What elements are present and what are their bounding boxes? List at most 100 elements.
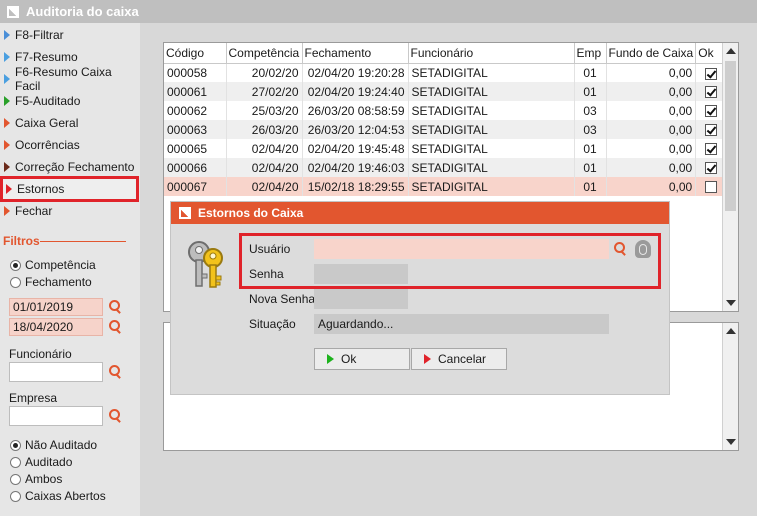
radio-label: Caixas Abertos bbox=[25, 489, 106, 503]
cell-competencia: 02/04/20 bbox=[226, 158, 303, 177]
menu-item-label: F8-Filtrar bbox=[15, 28, 64, 42]
radio-label: Fechamento bbox=[25, 275, 92, 289]
grid-scrollbar[interactable] bbox=[722, 43, 738, 311]
cell-funcionario: SETADIGITAL bbox=[408, 139, 575, 158]
table-row[interactable]: 000061 27/02/20 02/04/20 19:24:40 SETADI… bbox=[164, 82, 727, 101]
company-field[interactable] bbox=[9, 406, 103, 426]
menu-item-label: F5-Auditado bbox=[15, 94, 81, 108]
cell-funcionario: SETADIGITAL bbox=[408, 120, 575, 139]
triangle-icon bbox=[4, 206, 10, 216]
search-icon[interactable] bbox=[107, 299, 123, 315]
filters-heading: Filtros bbox=[3, 234, 40, 248]
cell-fundo: 0,00 bbox=[606, 139, 697, 158]
cell-funcionario: SETADIGITAL bbox=[408, 63, 575, 82]
radio-icon bbox=[10, 490, 21, 502]
cell-codigo: 000066 bbox=[164, 158, 227, 177]
scroll-up-icon[interactable] bbox=[726, 48, 736, 54]
cell-codigo: 000067 bbox=[164, 177, 227, 196]
new-password-field[interactable] bbox=[314, 289, 408, 309]
checkbox-icon[interactable] bbox=[704, 124, 717, 137]
menu-f8-filtrar[interactable]: F8-Filtrar bbox=[4, 25, 136, 45]
cell-fechamento: 26/03/20 12:04:53 bbox=[302, 120, 409, 139]
radio-nao-auditado[interactable]: Não Auditado bbox=[10, 437, 97, 453]
radio-label: Ambos bbox=[25, 472, 63, 486]
col-header-funcionario[interactable]: Funcionário bbox=[408, 43, 575, 64]
cell-emp: 01 bbox=[574, 82, 607, 101]
company-label: Empresa bbox=[9, 391, 58, 405]
triangle-icon bbox=[4, 118, 10, 128]
col-header-fechamento[interactable]: Fechamento bbox=[302, 43, 409, 64]
menu-caixa-geral[interactable]: Caixa Geral bbox=[4, 113, 136, 133]
employee-field[interactable] bbox=[9, 362, 103, 382]
cell-emp: 03 bbox=[574, 101, 607, 120]
app-logo-icon bbox=[179, 207, 191, 219]
radio-label: Não Auditado bbox=[25, 438, 98, 452]
col-header-fundo[interactable]: Fundo de Caixa bbox=[606, 43, 697, 64]
grid-header-row: Código Competência Fechamento Funcionári… bbox=[164, 43, 727, 64]
filters-divider bbox=[40, 241, 126, 242]
cell-competencia: 27/02/20 bbox=[226, 82, 303, 101]
cell-fundo: 0,00 bbox=[606, 177, 697, 196]
radio-icon bbox=[10, 276, 21, 288]
ok-button[interactable]: Ok bbox=[314, 348, 410, 370]
status-field: Aguardando... bbox=[314, 314, 609, 334]
details-scrollbar[interactable] bbox=[722, 323, 738, 450]
scroll-thumb[interactable] bbox=[725, 61, 736, 211]
search-icon[interactable] bbox=[107, 408, 123, 424]
menu-item-label: Caixa Geral bbox=[15, 116, 79, 130]
menu-item-label: F6-Resumo Caixa Facil bbox=[15, 65, 112, 93]
checkbox-icon[interactable] bbox=[704, 86, 717, 99]
cell-funcionario: SETADIGITAL bbox=[408, 101, 575, 120]
triangle-icon bbox=[6, 184, 12, 194]
radio-caixas-abertos[interactable]: Caixas Abertos bbox=[10, 488, 106, 504]
radio-ambos[interactable]: Ambos bbox=[10, 471, 62, 487]
cell-competencia: 02/04/20 bbox=[226, 139, 303, 158]
radio-icon bbox=[10, 439, 21, 451]
status-label: Situação bbox=[249, 317, 296, 331]
cell-emp: 01 bbox=[574, 177, 607, 196]
cell-funcionario: SETADIGITAL bbox=[408, 177, 575, 196]
table-row[interactable]: 000063 26/03/20 26/03/20 12:04:53 SETADI… bbox=[164, 120, 727, 139]
cell-fechamento: 02/04/20 19:45:48 bbox=[302, 139, 409, 158]
radio-fechamento[interactable]: Fechamento bbox=[10, 274, 92, 290]
window-titlebar: Auditoria do caixa bbox=[0, 0, 757, 23]
date-to-field[interactable]: 18/04/2020 bbox=[9, 318, 103, 336]
menu-f6-resumo-caixa-facil[interactable]: F6-Resumo Caixa Facil bbox=[4, 65, 136, 93]
radio-auditado[interactable]: Auditado bbox=[10, 454, 72, 470]
scroll-down-icon[interactable] bbox=[726, 300, 736, 306]
dialog-title: Estornos do Caixa bbox=[198, 206, 304, 220]
search-icon[interactable] bbox=[107, 364, 123, 380]
checkbox-icon[interactable] bbox=[704, 143, 717, 156]
radio-icon bbox=[10, 473, 21, 485]
checkbox-icon[interactable] bbox=[704, 105, 717, 118]
menu-f5-auditado[interactable]: F5-Auditado bbox=[4, 91, 136, 111]
table-row[interactable]: 000065 02/04/20 02/04/20 19:45:48 SETADI… bbox=[164, 139, 727, 158]
scroll-down-icon[interactable] bbox=[726, 439, 736, 445]
table-row[interactable]: 000058 20/02/20 02/04/20 19:20:28 SETADI… bbox=[164, 63, 727, 82]
table-row[interactable]: 000066 02/04/20 02/04/20 19:46:03 SETADI… bbox=[164, 158, 727, 177]
checkbox-icon[interactable] bbox=[704, 181, 717, 194]
menu-f7-resumo[interactable]: F7-Resumo bbox=[4, 47, 136, 67]
cell-emp: 01 bbox=[574, 63, 607, 82]
col-header-codigo[interactable]: Código bbox=[164, 43, 227, 64]
table-row[interactable]: 000062 25/03/20 26/03/20 08:58:59 SETADI… bbox=[164, 101, 727, 120]
scroll-up-icon[interactable] bbox=[726, 328, 736, 334]
col-header-emp[interactable]: Emp bbox=[574, 43, 607, 64]
cell-emp: 03 bbox=[574, 120, 607, 139]
menu-estornos[interactable]: Estornos bbox=[0, 176, 139, 202]
col-header-competencia[interactable]: Competência bbox=[226, 43, 303, 64]
menu-item-label: Fechar bbox=[15, 204, 53, 218]
checkbox-icon[interactable] bbox=[704, 67, 717, 80]
menu-ocorrencias[interactable]: Ocorrências bbox=[4, 135, 136, 155]
table-row-selected[interactable]: 000067 02/04/20 15/02/18 18:29:55 SETADI… bbox=[164, 177, 727, 196]
radio-competencia[interactable]: Competência bbox=[10, 257, 96, 273]
cell-codigo: 000063 bbox=[164, 120, 227, 139]
menu-correcao-fechamento[interactable]: Correção Fechamento bbox=[4, 157, 136, 177]
menu-fechar[interactable]: Fechar bbox=[4, 201, 136, 221]
cancel-button[interactable]: Cancelar bbox=[411, 348, 507, 370]
sidebar: F8-Filtrar F7-Resumo F6-Resumo Caixa Fac… bbox=[0, 23, 140, 516]
date-from-field[interactable]: 01/01/2019 bbox=[9, 298, 103, 316]
cell-codigo: 000065 bbox=[164, 139, 227, 158]
search-icon[interactable] bbox=[107, 319, 123, 335]
checkbox-icon[interactable] bbox=[704, 162, 717, 175]
